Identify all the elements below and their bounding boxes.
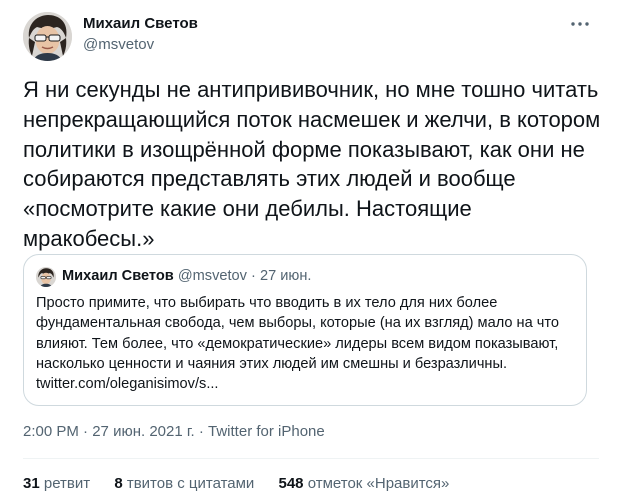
tweet-stats: 31 ретвит 8 твитов с цитатами 548 отмето…	[23, 474, 469, 494]
quote-tweets-stat[interactable]: 8 твитов с цитатами	[114, 474, 254, 494]
quoted-date[interactable]: 27 июн.	[260, 268, 312, 284]
tweet-time[interactable]: 2:00 PM	[23, 423, 79, 440]
quoted-tweet-text: Просто примите, что выбирать что вводить…	[36, 293, 576, 394]
tweet: Михаил Светов @msvetov Я ни секунды не а…	[0, 0, 622, 497]
avatar-image	[23, 12, 72, 61]
author-avatar[interactable]	[23, 12, 72, 61]
author-handle[interactable]: @msvetov	[83, 35, 154, 55]
retweets-stat[interactable]: 31 ретвит	[23, 474, 90, 494]
likes-label: отметок «Нравится»	[307, 475, 450, 492]
quoted-author-handle[interactable]: @msvetov	[178, 268, 247, 284]
quoted-tweet-header: Михаил Светов @msvetov · 27 июн.	[62, 266, 311, 286]
quoted-tweet-body: Просто примите, что выбирать что вводить…	[36, 295, 560, 372]
quoted-author-avatar[interactable]	[36, 267, 56, 287]
tweet-date[interactable]: 27 июн. 2021 г.	[92, 423, 194, 440]
quoted-author-name[interactable]: Михаил Светов	[62, 268, 174, 284]
tweet-text: Я ни секунды не антипрививочник, но мне …	[23, 77, 601, 251]
likes-count: 548	[278, 475, 304, 492]
author-name[interactable]: Михаил Светов	[83, 14, 198, 34]
more-horizontal-icon	[571, 22, 589, 26]
quoted-tweet[interactable]: Михаил Светов @msvetov · 27 июн. Просто …	[23, 254, 587, 406]
quote-tweets-count: 8	[114, 475, 123, 492]
quoted-tweet-link[interactable]: twitter.com/oleganisimov/s...	[36, 374, 576, 394]
retweets-count: 31	[23, 475, 40, 492]
divider	[23, 458, 599, 459]
avatar-image	[36, 267, 56, 287]
more-options-button[interactable]	[566, 12, 594, 36]
retweets-label: ретвит	[43, 475, 91, 492]
meta-separator: ·	[194, 423, 209, 440]
likes-stat[interactable]: 548 отметок «Нравится»	[279, 474, 450, 494]
quote-tweets-label: твитов с цитатами	[126, 475, 255, 492]
tweet-metadata: 2:00 PM · 27 июн. 2021 г. · Twitter for …	[23, 422, 325, 442]
tweet-source[interactable]: Twitter for iPhone	[208, 423, 325, 440]
meta-separator: ·	[78, 423, 93, 440]
quoted-separator: ·	[251, 268, 256, 284]
